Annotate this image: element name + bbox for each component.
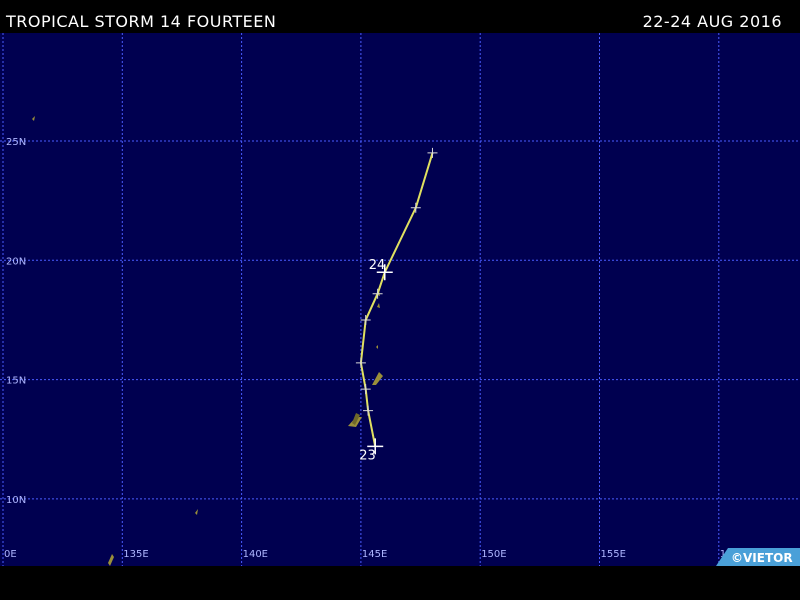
- track-map: 0E135E140E145E150E155E160E25N20N15N10N 2…: [0, 33, 800, 566]
- bottom-bar: [0, 566, 800, 600]
- lon-label: 140E: [243, 549, 268, 560]
- lon-label: 135E: [123, 549, 148, 560]
- lat-label: 25N: [6, 137, 26, 148]
- lon-label: 0E: [4, 549, 17, 560]
- ocean-background: [0, 33, 800, 566]
- lon-label: 155E: [601, 549, 626, 560]
- credit-text: ©VIETOR: [731, 551, 793, 565]
- date-marker-label: 23: [359, 448, 376, 463]
- lon-label: 150E: [481, 549, 506, 560]
- lon-label: 145E: [362, 549, 387, 560]
- credit-badge: ©VIETOR: [716, 548, 800, 566]
- lat-label: 15N: [6, 376, 26, 387]
- lat-label: 20N: [6, 256, 26, 267]
- date-marker-label: 24: [369, 258, 386, 273]
- title-bar: TROPICAL STORM 14 FOURTEEN 22-24 AUG 201…: [0, 0, 800, 33]
- storm-title: TROPICAL STORM 14 FOURTEEN: [6, 12, 277, 31]
- date-range: 22-24 AUG 2016: [642, 12, 782, 31]
- lat-label: 10N: [6, 495, 26, 506]
- map-canvas: 0E135E140E145E150E155E160E25N20N15N10N 2…: [0, 33, 800, 566]
